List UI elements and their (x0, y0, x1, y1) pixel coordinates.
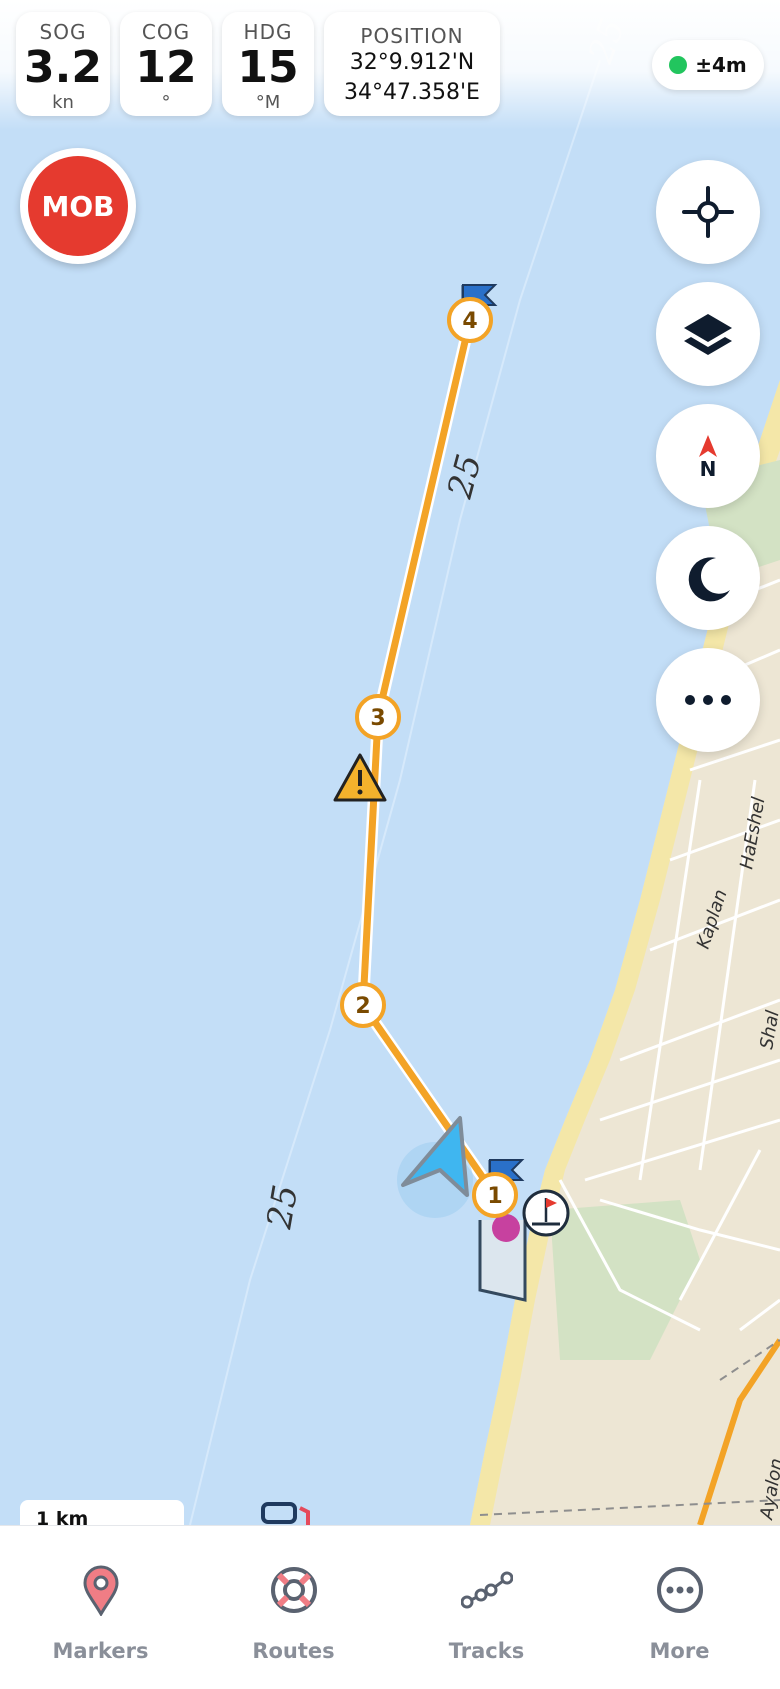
latitude-value: 32°9.912'N (349, 50, 475, 75)
sog-value: 3.2 (24, 42, 102, 93)
track-dots-icon (461, 1571, 513, 1609)
hdg-card: HDG 15 °M (222, 12, 314, 116)
tab-routes[interactable]: Routes (196, 1526, 391, 1689)
sog-unit: kn (52, 92, 74, 113)
svg-text:2: 2 (355, 994, 370, 1019)
mob-button[interactable]: MOB (20, 148, 136, 264)
harbor-master-icon[interactable] (522, 1189, 570, 1237)
more-options-button[interactable] (656, 648, 760, 752)
cog-label: COG (141, 20, 191, 44)
svg-text:1: 1 (487, 1184, 502, 1209)
position-label: POSITION (360, 24, 464, 48)
center-location-button[interactable] (656, 160, 760, 264)
route-waypoint[interactable]: 4 (447, 297, 493, 343)
gps-accuracy-badge[interactable]: ±4m (652, 40, 764, 90)
bottom-nav: Markers Routes Tracks More (0, 1525, 780, 1689)
more-options-icon (685, 695, 731, 705)
svg-text:4: 4 (462, 309, 477, 334)
compass-north-label: N (699, 457, 717, 481)
sog-card: SOG 3.2 kn (16, 12, 110, 116)
sog-label: SOG (39, 20, 87, 44)
tab-tracks-label: Tracks (448, 1639, 525, 1663)
night-mode-moon-icon (688, 557, 730, 602)
hdg-value: 15 (237, 42, 299, 93)
lifebuoy-icon (271, 1567, 317, 1613)
cog-value: 12 (135, 42, 197, 93)
mob-label: MOB (28, 156, 128, 256)
tab-more-label: More (649, 1639, 710, 1663)
tab-markers[interactable]: Markers (3, 1526, 198, 1689)
compass-north-button[interactable]: N (656, 404, 760, 508)
night-mode-button[interactable] (656, 526, 760, 630)
cog-unit: ° (161, 92, 171, 113)
layers-icon (684, 314, 732, 355)
tab-more[interactable]: More (582, 1526, 777, 1689)
depth-label: 25 (259, 1182, 306, 1233)
marina-marker-icon (492, 1214, 520, 1242)
route-waypoint[interactable]: 2 (340, 982, 386, 1028)
more-circle-icon (657, 1567, 703, 1613)
tab-markers-label: Markers (52, 1639, 149, 1663)
position-card: POSITION 32°9.912'N 34°47.358'E (324, 12, 500, 116)
crosshair-icon (682, 186, 734, 238)
compass-north-icon (699, 435, 717, 457)
gps-accuracy-value: ±4m (695, 53, 747, 77)
gps-status-dot (669, 56, 688, 74)
tab-tracks[interactable]: Tracks (389, 1526, 584, 1689)
cog-card: COG 12 ° (120, 12, 212, 116)
svg-text:3: 3 (370, 706, 385, 731)
longitude-value: 34°47.358'E (344, 80, 480, 105)
layers-button[interactable] (656, 282, 760, 386)
hdg-label: HDG (243, 20, 293, 44)
tab-routes-label: Routes (252, 1639, 335, 1663)
map-pin-icon (83, 1565, 119, 1616)
route-waypoint[interactable]: 1 (472, 1172, 518, 1218)
route-waypoint[interactable]: 3 (355, 694, 401, 740)
hdg-unit: °M (255, 92, 281, 113)
